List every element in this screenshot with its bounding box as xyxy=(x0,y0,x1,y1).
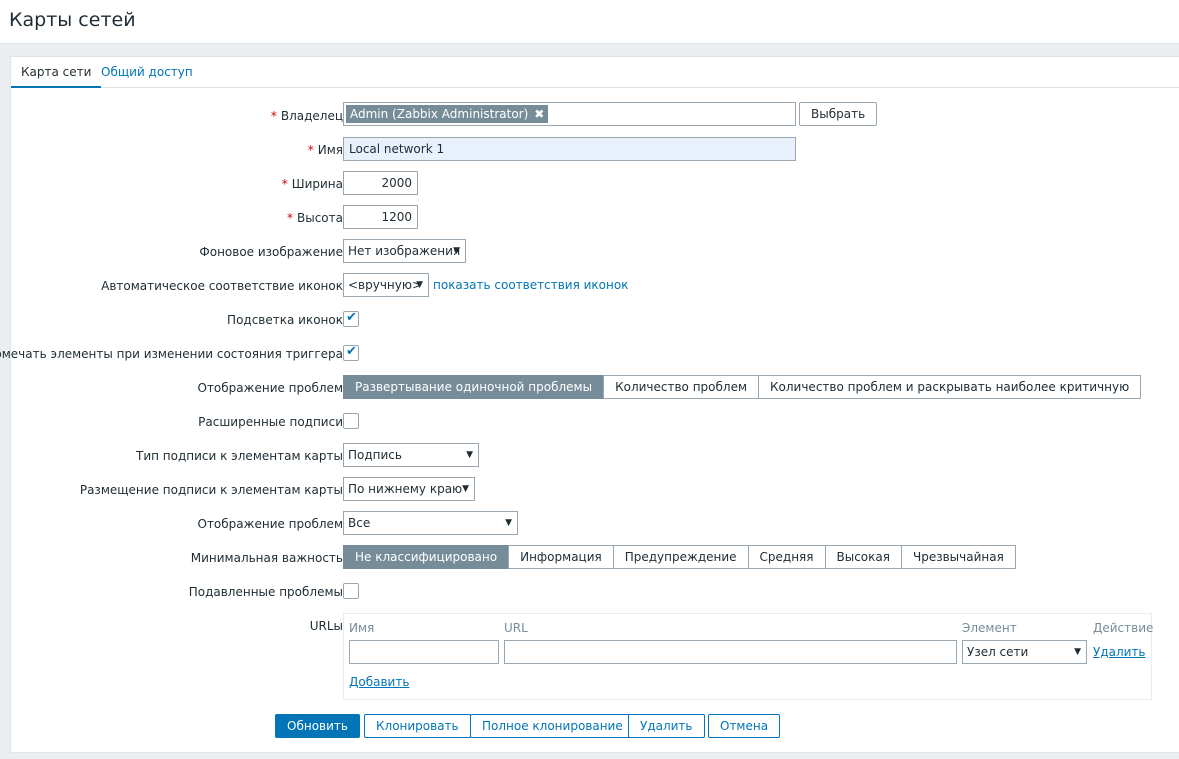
tab-sharing[interactable]: Общий доступ xyxy=(91,57,203,88)
urls-col-name: Имя xyxy=(349,621,375,635)
advanced-labels-checkbox[interactable] xyxy=(343,413,359,429)
urls-col-action: Действие xyxy=(1093,621,1154,635)
min-severity-label: Минимальная важность xyxy=(190,551,343,565)
tab-map[interactable]: Карта сети xyxy=(11,57,102,88)
height-input[interactable]: 1200 xyxy=(343,205,418,229)
url-remove-link[interactable]: Удалить xyxy=(1093,645,1146,659)
severity-option-high[interactable]: Высокая xyxy=(824,545,902,569)
markelements-label: Помечать элементы при изменении состояни… xyxy=(0,347,343,361)
severity-option-warning[interactable]: Предупреждение xyxy=(612,545,749,569)
urls-col-url: URL xyxy=(504,621,528,635)
row-markelements: Помечать элементы при изменении состояни… xyxy=(0,341,1179,367)
width-label: * Ширина xyxy=(281,177,343,191)
label-type-select[interactable]: Подпись ▼ xyxy=(343,443,479,467)
markelements-checkbox[interactable]: ✔ xyxy=(343,344,359,361)
owner-tag: Admin (Zabbix Administrator) ✖ xyxy=(346,105,549,123)
update-button[interactable]: Обновить xyxy=(275,714,360,738)
problem-display-segmented: Развертывание одиночной проблемы Количес… xyxy=(343,375,1142,399)
suppressed-label: Подавленные проблемы xyxy=(188,585,343,599)
row-iconmap: Автоматическое соответствие иконок <вруч… xyxy=(11,273,1179,299)
form-actions: Обновить Клонировать Полное клонирование… xyxy=(11,714,1179,740)
owner-label: * Владелец xyxy=(270,109,343,123)
delete-button[interactable]: Удалить xyxy=(628,714,705,738)
severity-option-information[interactable]: Информация xyxy=(508,545,614,569)
show-problems-select[interactable]: Все ▼ xyxy=(343,511,518,535)
height-label: * Высота xyxy=(287,211,343,225)
background-select[interactable]: Нет изображения ▼ xyxy=(343,239,466,263)
row-min-severity: Минимальная важность Не классифицировано… xyxy=(11,545,1179,571)
severity-option-not-classified[interactable]: Не классифицировано xyxy=(343,545,510,569)
width-input[interactable]: 2000 xyxy=(343,171,418,195)
background-label: Фоновое изображение xyxy=(199,245,343,259)
chevron-down-icon: ▼ xyxy=(1074,647,1081,657)
row-height: * Высота 1200 xyxy=(11,205,1179,231)
row-advanced-labels: Расширенные подписи xyxy=(11,409,1179,435)
form-card: Карта сети Общий доступ * Владелец Admin … xyxy=(0,56,1179,753)
show-iconmap-link[interactable]: показать соответствия иконок xyxy=(433,278,628,292)
owner-multiselect[interactable]: Admin (Zabbix Administrator) ✖ xyxy=(343,102,796,126)
row-suppressed: Подавленные проблемы xyxy=(11,579,1179,605)
full-clone-button[interactable]: Полное клонирование xyxy=(470,714,635,738)
urls-table: Имя URL Элемент Действие Узел сети ▼ Удал… xyxy=(343,613,1154,700)
row-width: * Ширина 2000 xyxy=(11,171,1179,197)
url-input[interactable] xyxy=(504,640,957,664)
cancel-button[interactable]: Отмена xyxy=(708,714,781,738)
url-add-link[interactable]: Добавить xyxy=(349,675,409,689)
problem-display-option-count[interactable]: Количество проблем xyxy=(603,375,760,399)
problem-display-option-single[interactable]: Развертывание одиночной проблемы xyxy=(343,375,605,399)
iconmap-select[interactable]: <вручную> ▼ xyxy=(343,273,429,297)
tab-bar: Карта сети Общий доступ xyxy=(11,57,1179,88)
highlight-label: Подсветка иконок xyxy=(227,313,343,327)
check-icon: ✔ xyxy=(346,310,357,325)
row-problem-display: Отображение проблем Развертывание одиноч… xyxy=(11,375,1179,401)
show-problems-label: Отображение проблем xyxy=(197,517,344,531)
min-severity-segmented: Не классифицировано Информация Предупреж… xyxy=(343,545,1016,569)
urls-label: URLы xyxy=(309,619,343,633)
chevron-down-icon: ▼ xyxy=(416,280,423,290)
url-element-select[interactable]: Узел сети ▼ xyxy=(962,640,1087,664)
row-owner: * Владелец Admin (Zabbix Administrator) ✖ … xyxy=(11,102,1179,129)
suppressed-checkbox[interactable] xyxy=(343,583,359,599)
iconmap-label: Автоматическое соответствие иконок xyxy=(101,279,343,293)
chevron-down-icon: ▼ xyxy=(505,518,512,528)
chevron-down-icon: ▼ xyxy=(453,246,460,256)
row-label-location: Размещение подписи к элементам карты По … xyxy=(11,477,1179,503)
check-icon: ✔ xyxy=(346,344,357,359)
name-input[interactable]: Local network 1 xyxy=(343,137,796,161)
page-header: Карты сетей xyxy=(0,0,1179,44)
highlight-checkbox[interactable]: ✔ xyxy=(343,310,359,327)
severity-option-disaster[interactable]: Чрезвычайная xyxy=(900,545,1016,569)
remove-icon[interactable]: ✖ xyxy=(534,107,544,121)
name-label: * Имя xyxy=(307,143,343,157)
row-urls: URLы Имя URL Элемент Действие Узел сети ▼… xyxy=(11,613,1179,703)
page-title: Карты сетей xyxy=(9,9,136,31)
row-label-type: Тип подписи к элементам карты Подпись ▼ xyxy=(11,443,1179,469)
chevron-down-icon: ▼ xyxy=(466,450,473,460)
row-highlight: Подсветка иконок ✔ xyxy=(11,307,1179,333)
select-owner-button[interactable]: Выбрать xyxy=(799,102,878,126)
label-location-label: Размещение подписи к элементам карты xyxy=(79,483,343,497)
url-name-input[interactable] xyxy=(349,640,499,664)
label-type-label: Тип подписи к элементам карты xyxy=(135,449,343,463)
row-background: Фоновое изображение Нет изображения ▼ xyxy=(11,239,1179,265)
clone-button[interactable]: Клонировать xyxy=(364,714,471,738)
severity-option-average[interactable]: Средняя xyxy=(747,545,826,569)
label-location-select[interactable]: По нижнему краю ▼ xyxy=(343,477,475,501)
advanced-labels-label: Расширенные подписи xyxy=(198,415,343,429)
problem-display-option-count-critical[interactable]: Количество проблем и раскрывать наиболее… xyxy=(758,375,1142,399)
row-name: * Имя Local network 1 xyxy=(11,137,1179,163)
row-show-problems: Отображение проблем Все ▼ xyxy=(11,511,1179,537)
problem-display-label: Отображение проблем xyxy=(197,381,344,395)
chevron-down-icon: ▼ xyxy=(462,484,469,494)
urls-col-element: Элемент xyxy=(962,621,1017,635)
